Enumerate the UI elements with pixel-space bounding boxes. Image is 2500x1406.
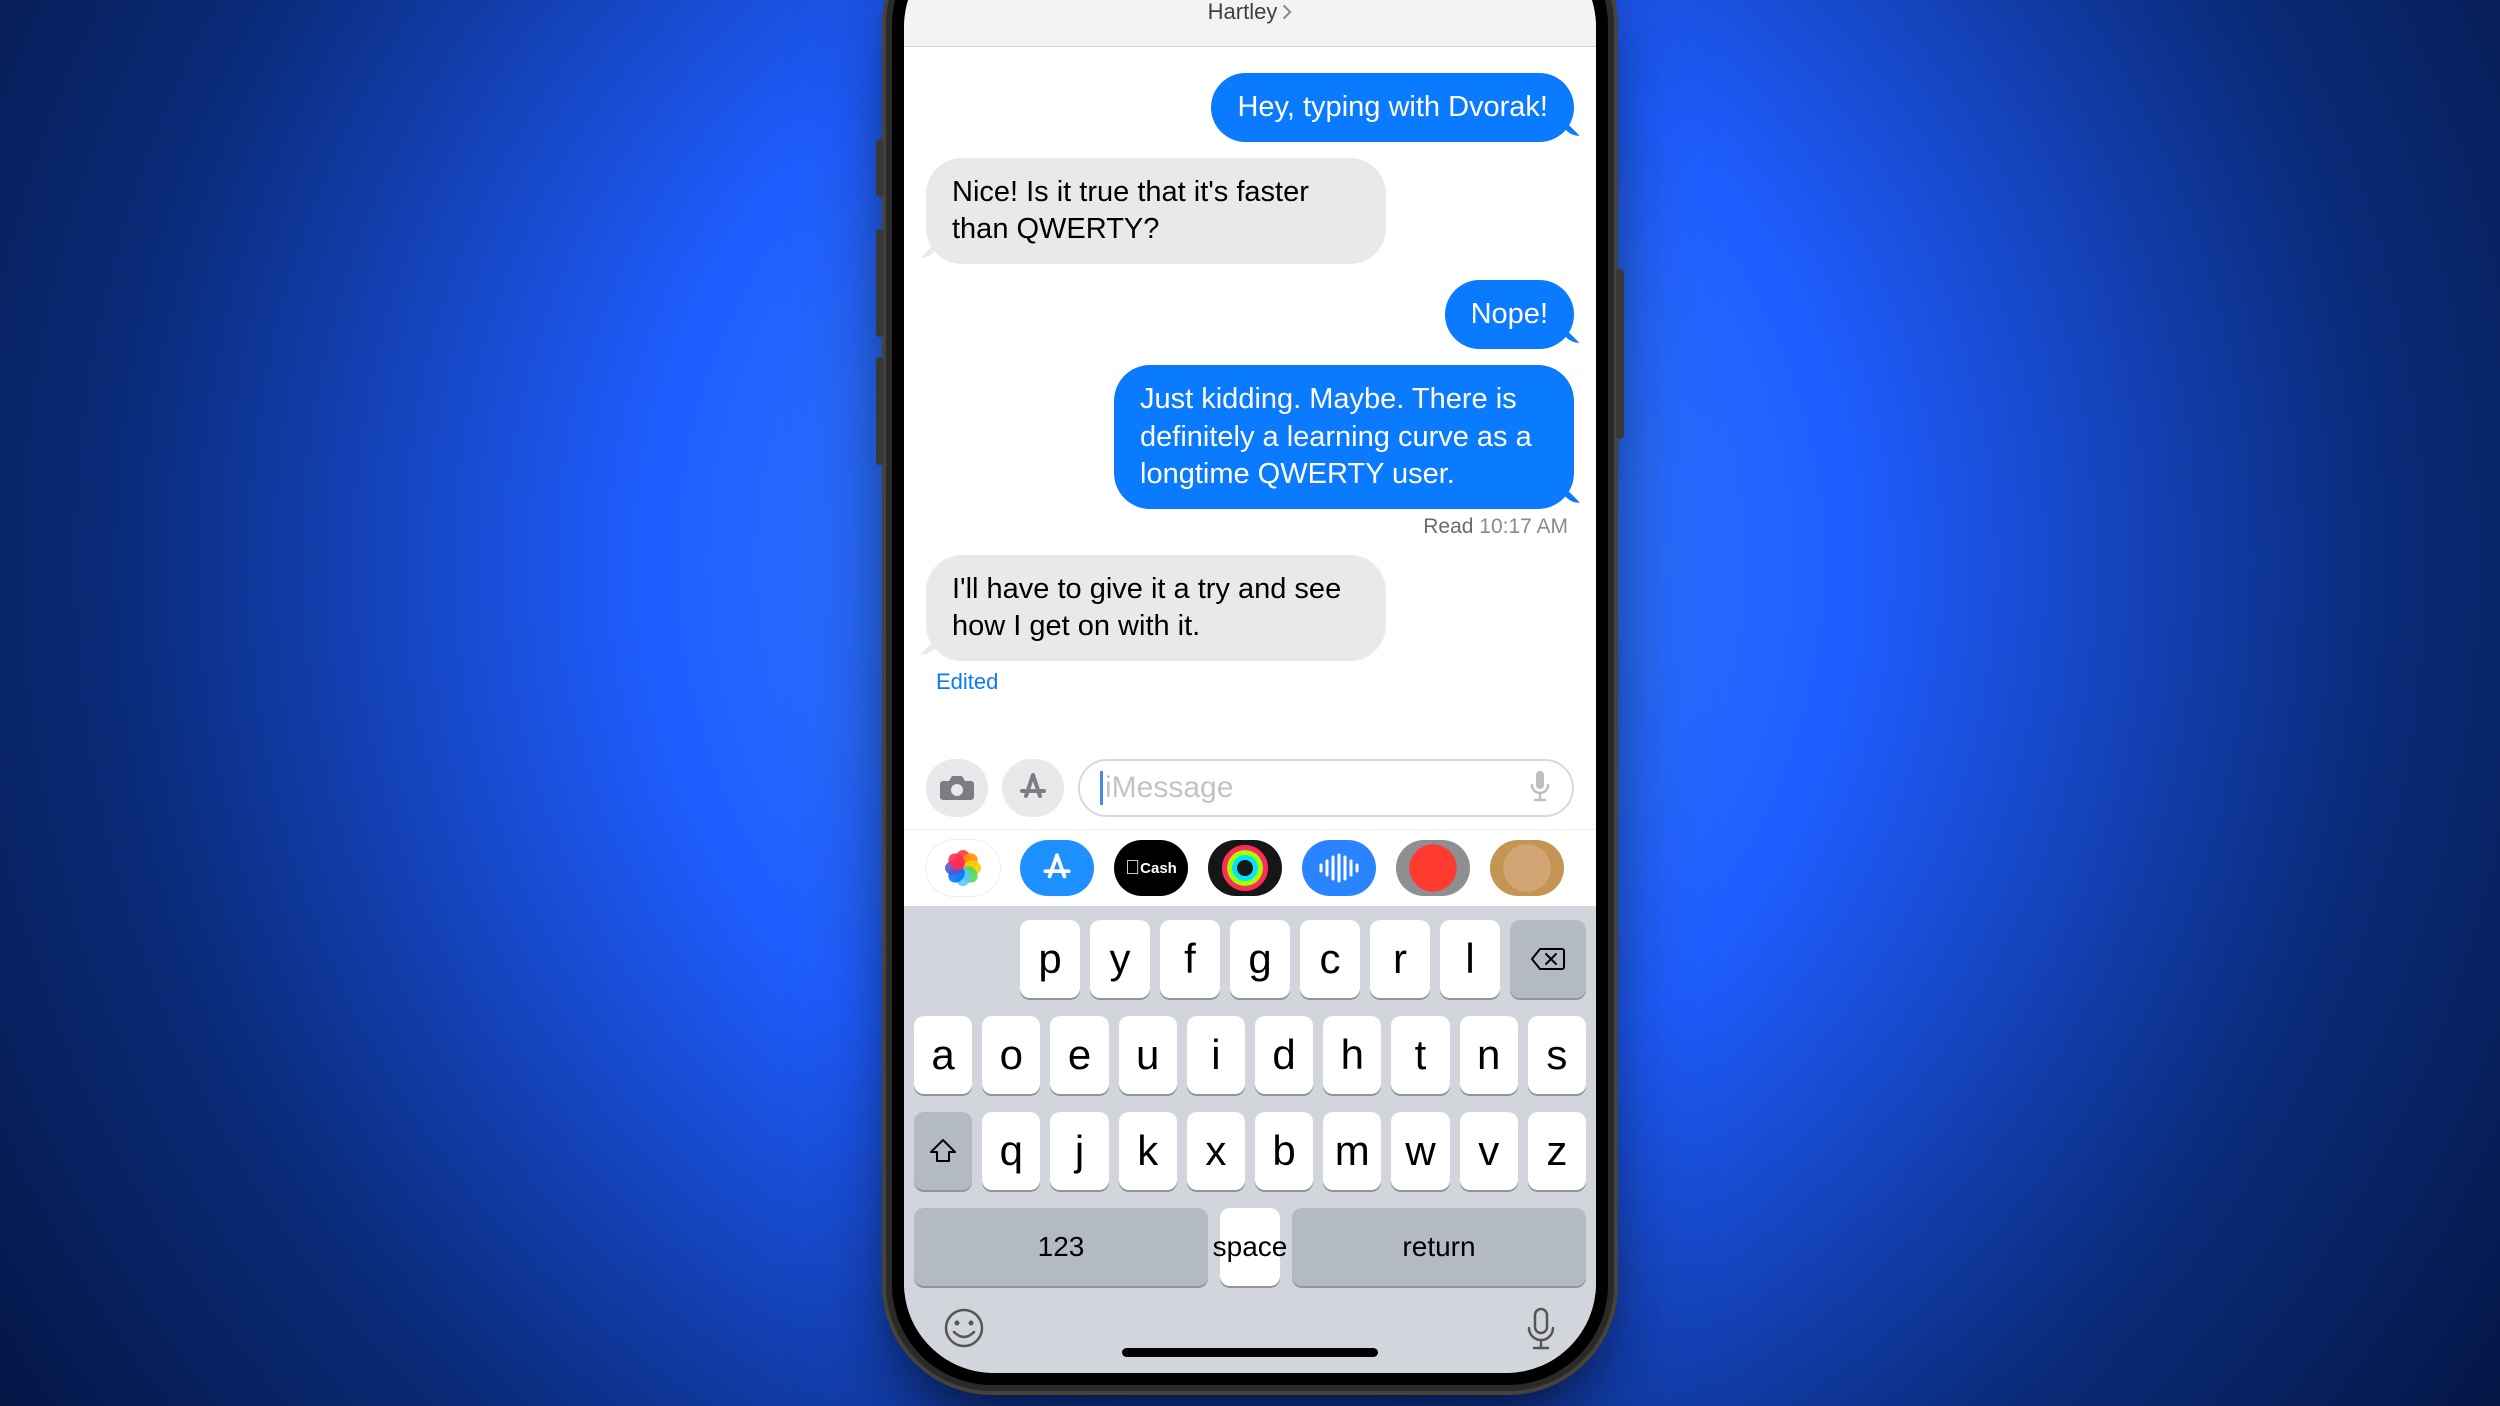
return-key[interactable]: return bbox=[1292, 1208, 1586, 1286]
home-indicator[interactable] bbox=[1122, 1348, 1378, 1357]
key-c[interactable]: c bbox=[1300, 920, 1360, 998]
camera-button[interactable] bbox=[926, 759, 988, 817]
imessage-app-strip: Cash bbox=[904, 829, 1596, 906]
memoji-button[interactable] bbox=[1396, 840, 1470, 896]
audio-messages-button[interactable] bbox=[1302, 840, 1376, 896]
message-bubble: Nice! Is it true that it's faster than Q… bbox=[926, 158, 1386, 264]
waveform-icon bbox=[1317, 853, 1361, 883]
key-o[interactable]: o bbox=[982, 1016, 1040, 1094]
key-m[interactable]: m bbox=[1323, 1112, 1381, 1190]
iphone-frame: Hartley Hey, typing with Dvorak! Nice! I… bbox=[882, 0, 1618, 1395]
key-k[interactable]: k bbox=[1119, 1112, 1177, 1190]
read-receipt: Read 10:17 AM bbox=[926, 515, 1574, 539]
message-received[interactable]: Nice! Is it true that it's faster than Q… bbox=[926, 158, 1574, 264]
read-label: Read bbox=[1423, 515, 1473, 538]
key-w[interactable]: w bbox=[1391, 1112, 1449, 1190]
message-sent[interactable]: Hey, typing with Dvorak! bbox=[926, 73, 1574, 142]
mute-switch bbox=[876, 139, 884, 197]
key-p[interactable]: p bbox=[1020, 920, 1080, 998]
message-bubble: Just kidding. Maybe. There is definitely… bbox=[1114, 365, 1574, 508]
shift-key[interactable] bbox=[914, 1112, 972, 1190]
key-d[interactable]: d bbox=[1255, 1016, 1313, 1094]
key-l[interactable]: l bbox=[1440, 920, 1500, 998]
key-y[interactable]: y bbox=[1090, 920, 1150, 998]
conversation-header: Hartley bbox=[904, 0, 1596, 47]
key-q[interactable]: q bbox=[982, 1112, 1040, 1190]
side-button bbox=[1616, 269, 1624, 439]
key-n[interactable]: n bbox=[1460, 1016, 1518, 1094]
keyboard-row-3: q j k x b m w v z bbox=[914, 1112, 1586, 1190]
screen: Hartley Hey, typing with Dvorak! Nice! I… bbox=[904, 0, 1596, 1373]
key-f[interactable]: f bbox=[1160, 920, 1220, 998]
read-time: 10:17 AM bbox=[1479, 515, 1568, 538]
key-t[interactable]: t bbox=[1391, 1016, 1449, 1094]
chevron-right-icon bbox=[1281, 5, 1292, 19]
dictation-button[interactable] bbox=[1528, 769, 1552, 808]
contact-name-label: Hartley bbox=[1208, 0, 1278, 25]
volume-up-button bbox=[876, 229, 884, 337]
keyboard-row-1: p y f g c r l bbox=[914, 920, 1586, 998]
app-store-icon bbox=[1040, 851, 1074, 885]
space-key[interactable]: space bbox=[1220, 1208, 1280, 1286]
input-placeholder: iMessage bbox=[1105, 771, 1528, 805]
message-composer: iMessage bbox=[904, 749, 1596, 829]
key-v[interactable]: v bbox=[1460, 1112, 1518, 1190]
contact-name-button[interactable]: Hartley bbox=[1208, 0, 1293, 25]
message-received[interactable]: I'll have to give it a try and see how I… bbox=[926, 555, 1574, 661]
emoji-keyboard-button[interactable] bbox=[942, 1306, 986, 1357]
keyboard-bottom-row bbox=[914, 1286, 1586, 1357]
key-x[interactable]: x bbox=[1187, 1112, 1245, 1190]
app-store-button[interactable] bbox=[1002, 759, 1064, 817]
message-bubble: Hey, typing with Dvorak! bbox=[1211, 73, 1574, 142]
message-bubble: Nope! bbox=[1445, 280, 1574, 349]
microphone-icon bbox=[1528, 769, 1552, 803]
key-a[interactable]: a bbox=[914, 1016, 972, 1094]
dvorak-keyboard: p y f g c r l a o e u i d h t n bbox=[904, 906, 1596, 1373]
apple-cash-button[interactable]: Cash bbox=[1114, 840, 1188, 896]
photos-icon bbox=[946, 851, 980, 885]
facetime-button[interactable] bbox=[1506, 0, 1568, 8]
text-cursor bbox=[1100, 771, 1103, 805]
edited-label: Edited bbox=[926, 669, 1574, 695]
key-e[interactable]: e bbox=[1050, 1016, 1108, 1094]
key-s[interactable]: s bbox=[1528, 1016, 1586, 1094]
memoji-stickers-button[interactable] bbox=[1490, 840, 1564, 896]
volume-down-button bbox=[876, 357, 884, 465]
key-r[interactable]: r bbox=[1370, 920, 1430, 998]
key-j[interactable]: j bbox=[1050, 1112, 1108, 1190]
emoji-icon bbox=[942, 1306, 986, 1350]
back-button[interactable] bbox=[924, 0, 954, 2]
cash-label: Cash bbox=[1140, 860, 1177, 877]
fitness-app-button[interactable] bbox=[1208, 840, 1282, 896]
shift-icon bbox=[929, 1137, 957, 1165]
app-store-icon bbox=[1017, 772, 1049, 804]
key-u[interactable]: u bbox=[1119, 1016, 1177, 1094]
key-z[interactable]: z bbox=[1528, 1112, 1586, 1190]
keyboard-row-4: 123 space return bbox=[914, 1208, 1586, 1286]
message-thread[interactable]: Hey, typing with Dvorak! Nice! Is it tru… bbox=[904, 47, 1596, 749]
photos-app-button[interactable] bbox=[926, 840, 1000, 896]
key-h[interactable]: h bbox=[1323, 1016, 1381, 1094]
key-g[interactable]: g bbox=[1230, 920, 1290, 998]
backspace-icon bbox=[1530, 946, 1566, 972]
numbers-key[interactable]: 123 bbox=[914, 1208, 1208, 1286]
keyboard-dictation-button[interactable] bbox=[1524, 1306, 1558, 1357]
keyboard-row-2: a o e u i d h t n s bbox=[914, 1016, 1586, 1094]
message-sent[interactable]: Nope! bbox=[926, 280, 1574, 349]
backspace-key[interactable] bbox=[1510, 920, 1586, 998]
message-input[interactable]: iMessage bbox=[1078, 759, 1574, 817]
key-b[interactable]: b bbox=[1255, 1112, 1313, 1190]
imessage-store-button[interactable] bbox=[1020, 840, 1094, 896]
microphone-icon bbox=[1524, 1306, 1558, 1352]
key-i[interactable]: i bbox=[1187, 1016, 1245, 1094]
camera-icon bbox=[939, 773, 975, 803]
message-bubble: I'll have to give it a try and see how I… bbox=[926, 555, 1386, 661]
message-sent[interactable]: Just kidding. Maybe. There is definitely… bbox=[926, 365, 1574, 508]
